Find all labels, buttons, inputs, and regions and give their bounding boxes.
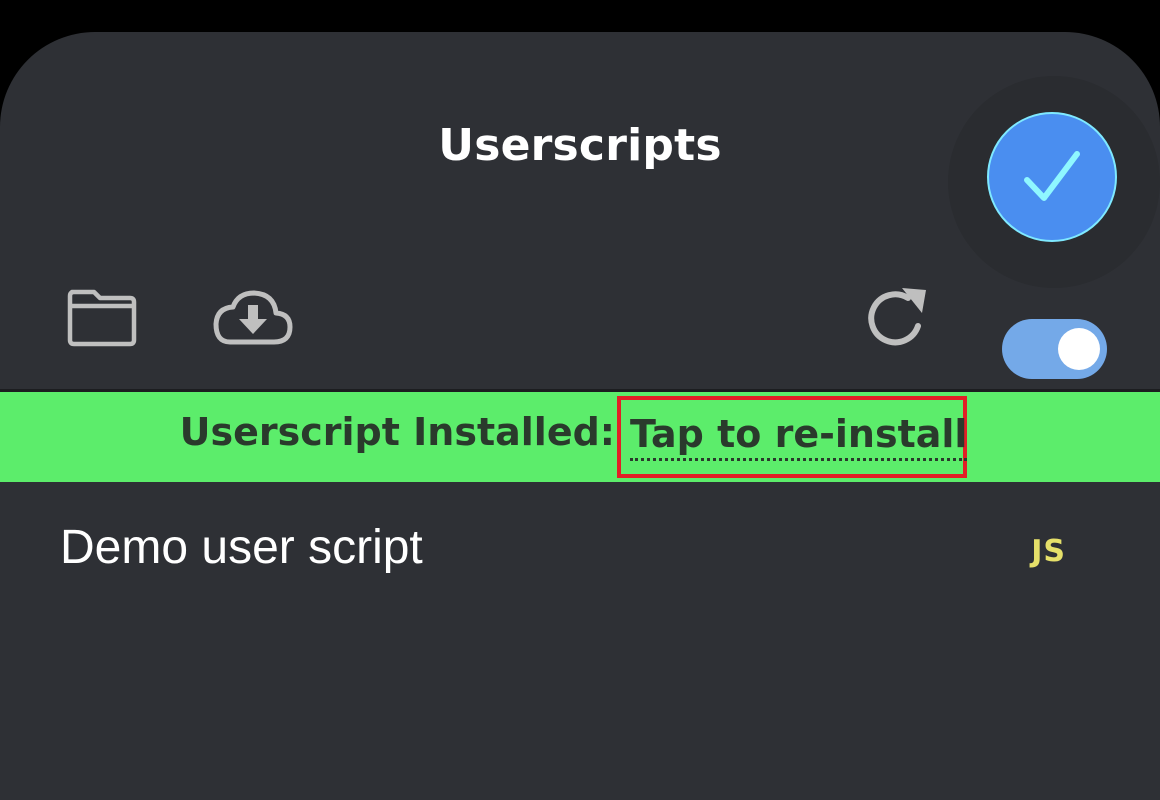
script-name: Demo user script [60, 521, 423, 574]
install-status-text: Userscript Installed: [179, 410, 615, 454]
folder-icon[interactable] [66, 288, 138, 348]
done-button[interactable] [987, 112, 1117, 242]
script-list-item[interactable]: Demo user script JS [0, 482, 1160, 622]
toggle-knob [1058, 328, 1100, 370]
script-type-badge: JS [1031, 534, 1066, 569]
cloud-download-icon[interactable] [210, 286, 296, 350]
global-enable-toggle[interactable] [1002, 319, 1107, 379]
reinstall-link[interactable]: Tap to re-install [630, 410, 968, 461]
checkmark-icon [1024, 151, 1080, 201]
install-status-banner: Userscript Installed: Tap to re-install [0, 392, 1160, 482]
refresh-icon[interactable] [864, 286, 932, 350]
